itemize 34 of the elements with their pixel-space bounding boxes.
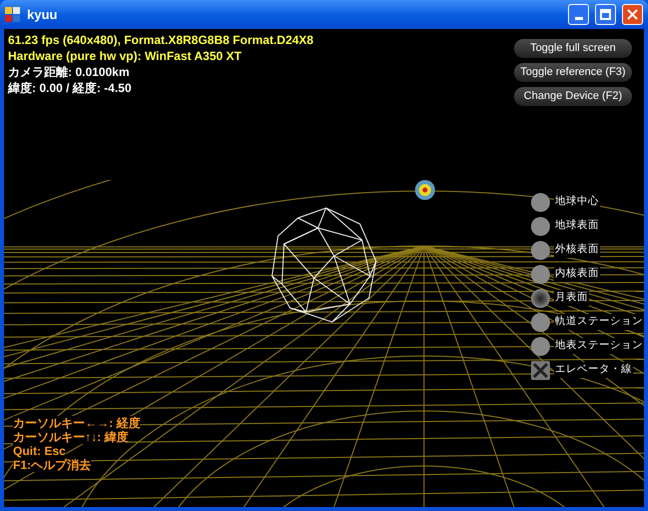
- checkbox[interactable]: [531, 360, 550, 380]
- status-text: Hardware (pure hw vp): WinFast A350 XT: [8, 48, 242, 64]
- help-text: カーソルキー←→: 経度: [13, 416, 140, 430]
- help-text: F1:ヘルプ消去: [13, 458, 91, 472]
- option-label: 地表ステーション: [554, 338, 644, 354]
- close-button[interactable]: [622, 4, 643, 25]
- status-text: 61.23 fps (640x480), Format.X8R8G8B8 Format.D24X8: [8, 32, 314, 48]
- minimize-button[interactable]: [568, 4, 589, 25]
- toolbar-button[interactable]: Change Device (F2): [514, 87, 632, 106]
- maximize-button[interactable]: [595, 4, 616, 25]
- toolbar-button[interactable]: Toggle reference (F3): [514, 63, 632, 82]
- window-title: kyuu: [27, 6, 58, 24]
- radio-button[interactable]: [531, 264, 550, 284]
- status-text: カメラ距離: 0.0100km: [8, 64, 130, 80]
- option-label: エレベータ・線: [554, 362, 633, 378]
- radio-button[interactable]: [531, 240, 550, 260]
- toolbar-button[interactable]: Toggle full screen: [514, 39, 632, 58]
- radio-button[interactable]: [531, 192, 550, 212]
- option-label: 外核表面: [554, 242, 600, 258]
- close-icon: [627, 9, 638, 20]
- status-text: 緯度: 0.00 / 経度: -4.50: [8, 80, 132, 96]
- maximize-icon: [600, 9, 611, 20]
- app-icon: [5, 6, 21, 22]
- help-text: Quit: Esc: [13, 444, 66, 458]
- radio-button[interactable]: [531, 216, 550, 236]
- option-label: 内核表面: [554, 266, 600, 282]
- option-label: 地球中心: [554, 194, 600, 210]
- minimize-icon: [574, 17, 582, 20]
- option-label: 軌道ステーション: [554, 314, 644, 330]
- option-label: 月表面: [554, 290, 589, 306]
- radio-button[interactable]: [531, 288, 550, 308]
- radio-button[interactable]: [531, 312, 550, 332]
- help-text: カーソルキー↑↓: 緯度: [13, 430, 128, 444]
- radio-button[interactable]: [531, 336, 550, 356]
